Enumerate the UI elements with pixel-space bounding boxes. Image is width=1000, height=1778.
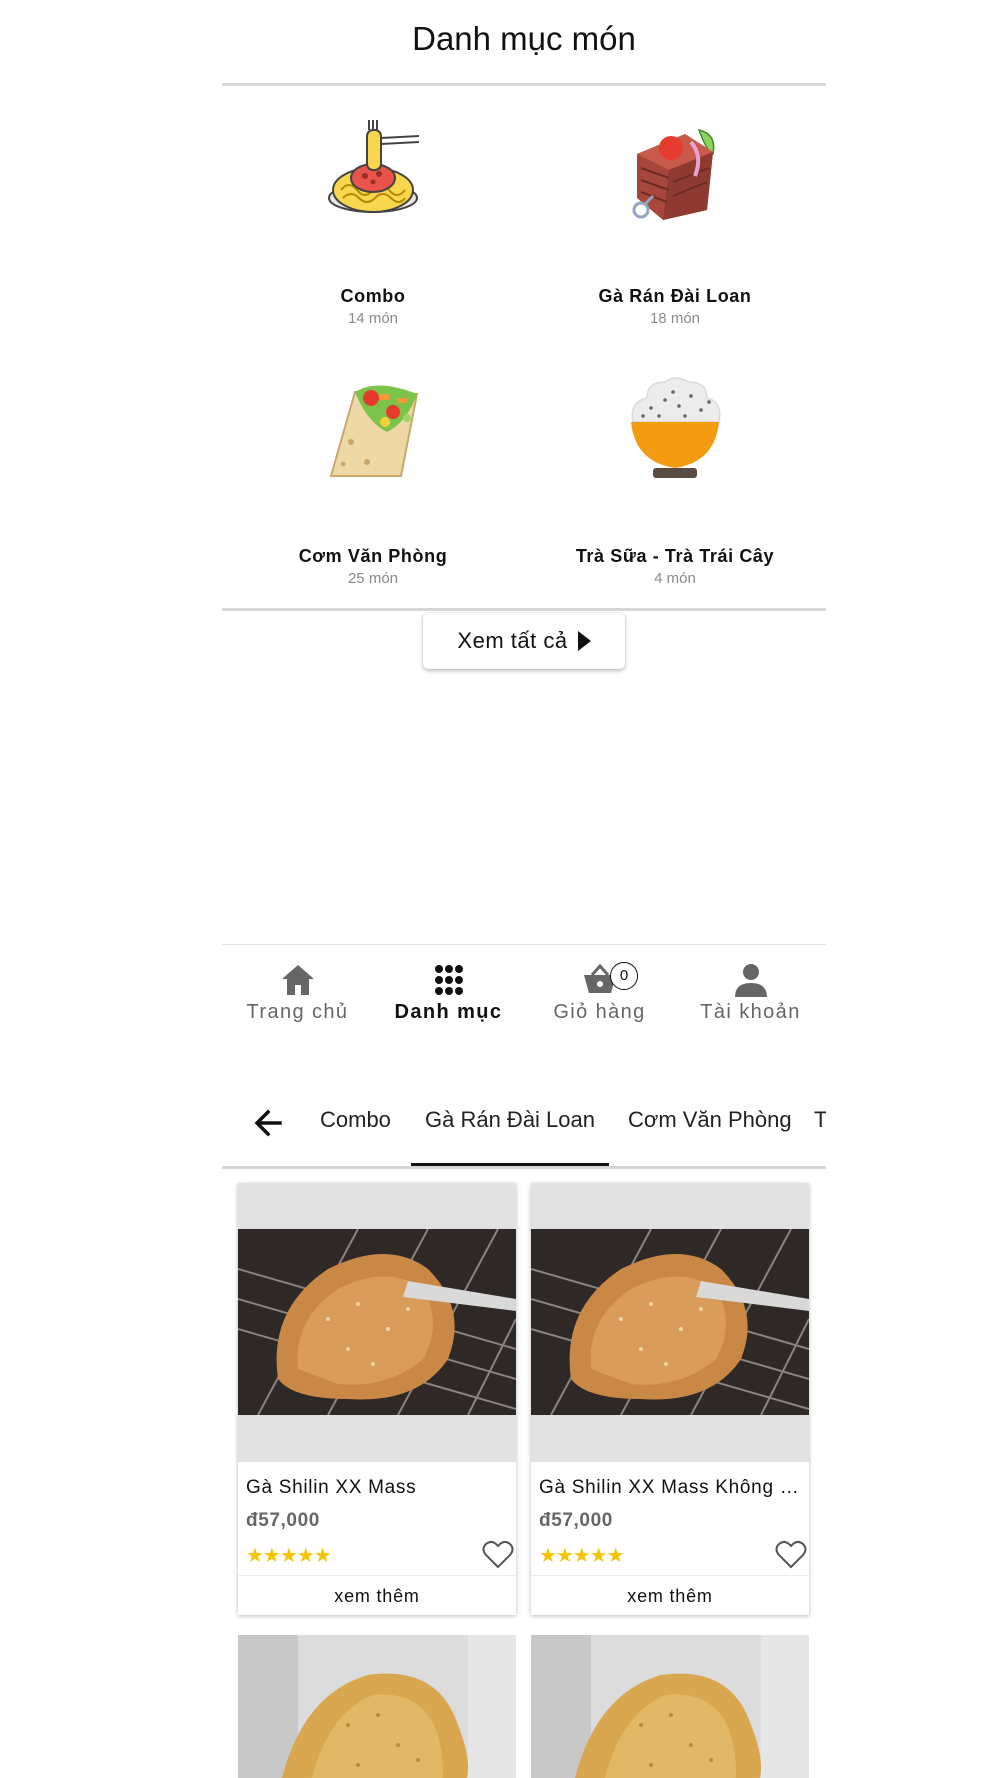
category-tab-bar: Combo Gà Rán Đài Loan Cơm Văn Phòng T (222, 1085, 826, 1169)
category-count: 14 món (347, 310, 399, 327)
category-card-combo[interactable]: Combo 14 món (222, 86, 524, 346)
category-count: 4 món (654, 570, 696, 587)
category-name: Gà Rán Đài Loan (598, 286, 752, 306)
see-all-button[interactable]: Xem tất cả (423, 613, 625, 669)
page-header: Danh mục món (222, 0, 826, 86)
bottom-navigation: Trang chủ Danh mục 0 Giỏ hàng Tài khoản (222, 944, 826, 1044)
see-more-button[interactable]: xem thêm (531, 1575, 809, 1615)
product-image (238, 1229, 516, 1415)
product-name: Gà Shilin XX Mass Không Xương (539, 1477, 799, 1498)
product-card[interactable]: Gà Shilin XX Mass Không Xương đ57,000 ★★… (531, 1183, 809, 1615)
nav-label: Danh mục (394, 1001, 503, 1023)
burrito-icon (329, 385, 419, 477)
nav-label: Trang chủ (246, 1001, 349, 1023)
category-grid: Combo 14 món Gà Rán Đài Loan 18 món Cơm … (222, 86, 826, 608)
category-count: 25 món (347, 570, 399, 587)
nav-item-cart[interactable]: 0 Giỏ hàng (524, 945, 675, 1044)
category-name: Cơm Văn Phòng (298, 546, 448, 566)
nav-item-account[interactable]: Tài khoản (675, 945, 826, 1044)
rating-stars: ★★★★★ (539, 1545, 625, 1567)
grid-icon (434, 965, 463, 995)
see-more-button[interactable]: xem thêm (238, 1575, 516, 1615)
page-title: Danh mục món (412, 20, 636, 57)
product-image (531, 1635, 809, 1778)
category-name: Trà Sữa - Trà Trái Cây (575, 546, 775, 566)
cart-count-badge: 0 (610, 962, 638, 990)
nav-label: Tài khoản (700, 1001, 801, 1023)
rating-stars: ★★★★★ (246, 1545, 332, 1567)
product-card[interactable]: Gà Shilin XX Mass đ57,000 ★★★★★ xem thêm (238, 1183, 516, 1615)
nav-label: Giỏ hàng (553, 1001, 646, 1023)
nav-item-home[interactable]: Trang chủ (222, 945, 373, 1044)
spaghetti-icon (328, 120, 419, 213)
home-icon (281, 965, 314, 995)
nav-item-categories[interactable]: Danh mục (373, 945, 524, 1044)
product-card[interactable] (531, 1635, 809, 1778)
rice-bowl-icon (631, 377, 721, 478)
product-image (531, 1229, 809, 1415)
meat-skewer-icon (632, 128, 715, 220)
tab-combo[interactable]: Combo (320, 1107, 391, 1133)
arrow-back-icon[interactable] (250, 1105, 286, 1141)
active-tab-indicator (411, 1163, 609, 1166)
product-price: đ57,000 (539, 1510, 613, 1531)
see-all-label: Xem tất cả (457, 628, 568, 653)
product-card[interactable] (238, 1635, 516, 1778)
category-card-com-van-phong[interactable]: Cơm Văn Phòng 25 món (222, 346, 524, 606)
heart-icon[interactable] (482, 1540, 514, 1570)
person-icon (734, 964, 767, 997)
product-name: Gà Shilin XX Mass (246, 1477, 417, 1498)
section-divider (222, 608, 826, 611)
tab-tra-sua[interactable]: T (814, 1107, 826, 1133)
product-price: đ57,000 (246, 1510, 320, 1531)
category-card-tra-sua-tra-trai-cay[interactable]: Trà Sữa - Trà Trái Cây 4 món (524, 346, 826, 606)
product-image (238, 1635, 516, 1778)
category-card-ga-ran-dai-loan[interactable]: Gà Rán Đài Loan 18 món (524, 86, 826, 346)
tab-com-van-phong[interactable]: Cơm Văn Phòng (628, 1107, 792, 1133)
play-arrow-icon (577, 631, 591, 651)
category-name: Combo (340, 286, 406, 306)
category-count: 18 món (649, 310, 701, 327)
heart-icon[interactable] (775, 1540, 807, 1570)
tab-ga-ran-dai-loan[interactable]: Gà Rán Đài Loan (425, 1107, 595, 1133)
